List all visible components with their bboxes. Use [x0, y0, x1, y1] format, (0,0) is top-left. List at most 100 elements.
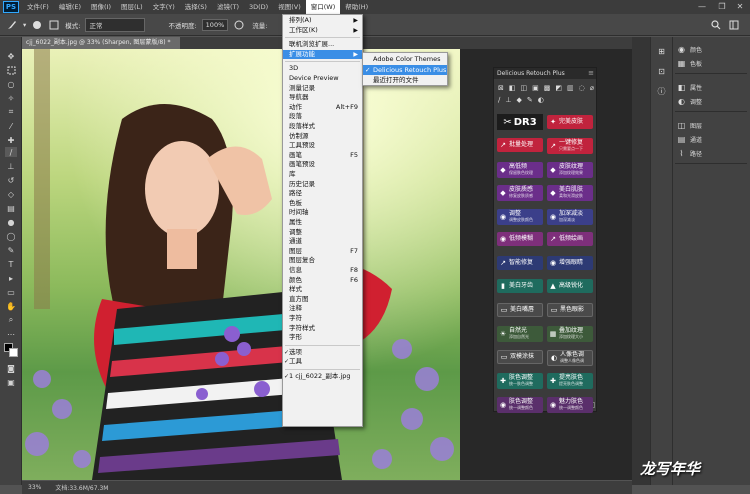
plugin-tool-icon[interactable]: ◌ — [579, 84, 585, 94]
quick-mask-icon[interactable]: ◙ — [5, 363, 17, 373]
window-menu-item[interactable]: 测量记录 — [283, 84, 362, 94]
retouch-action-button[interactable]: ◉ 肤色调整 统一调整颜色 — [497, 396, 543, 413]
window-menu-item[interactable]: 字符 — [283, 314, 362, 324]
menu-item[interactable]: 滤镜(T) — [212, 0, 244, 14]
menu-item[interactable]: 选择(S) — [180, 0, 212, 14]
document-tab[interactable]: cjj_6022_副本.jpg @ 33% (Sharpen, 图层蒙版/8) … — [22, 37, 180, 49]
window-menu-item[interactable]: 扩展功能 ▶ — [283, 49, 362, 60]
plugin-tool-icon[interactable]: ▣ — [532, 84, 539, 94]
plugin-tool-icon[interactable]: ◧ — [509, 84, 516, 94]
window-menu-item[interactable]: 字符样式 — [283, 324, 362, 334]
history-icon[interactable]: ⊞ — [657, 47, 666, 56]
path-select-icon[interactable]: ▸ — [5, 273, 17, 283]
retouch-action-button[interactable]: ◉ 调整 调整皮肤颜色 — [497, 208, 543, 225]
window-menu-item[interactable]: 通道 — [283, 237, 362, 247]
retouch-action-button[interactable]: ◉ 低频模糊 — [497, 232, 543, 246]
retouch-action-button[interactable]: ◉ 加深减淡 加深减淡 — [547, 208, 593, 225]
panel-menu-icon[interactable]: ≡ — [588, 69, 594, 77]
window-menu-item[interactable]: Device Preview — [283, 74, 362, 84]
screen-mode-icon[interactable]: ▣ — [5, 377, 17, 387]
properties-icon[interactable]: ⊡ — [657, 67, 666, 76]
retouch-action-button[interactable]: ◆ 高低频 保留肤色纹理 — [497, 161, 543, 178]
window-menu-item[interactable]: 导航器 — [283, 93, 362, 103]
plugin-tool-icon[interactable]: ∕ — [498, 96, 500, 106]
search-icon[interactable] — [710, 19, 722, 31]
retouch-action-button[interactable]: ↗ 批量处理 — [497, 138, 543, 152]
retouch-action-button[interactable]: ◐ 人像色调 调整人像色调 — [547, 349, 593, 366]
menu-item[interactable]: 文件(F) — [22, 0, 54, 14]
hand-icon[interactable]: ✋ — [5, 301, 17, 311]
plugin-tool-icon[interactable]: ◫ — [521, 84, 528, 94]
retouch-action-button[interactable]: ✦ 完美皮肤 — [547, 115, 593, 129]
menu-item[interactable]: 3D(D) — [244, 0, 273, 14]
pen-icon[interactable]: ✎ — [5, 245, 17, 255]
retouch-action-button[interactable]: ↗ 智能修复 — [497, 255, 543, 270]
mode-select[interactable]: 正常 — [85, 17, 146, 32]
plugin-tool-icon[interactable]: ▥ — [567, 84, 574, 94]
plugin-tool-icon[interactable]: ▩ — [544, 84, 551, 94]
panel-tab[interactable]: ▦ 色板 — [677, 57, 747, 69]
retouch-action-button[interactable]: ▮ 美白牙齿 — [497, 279, 543, 293]
stamp-icon[interactable]: ⊥ — [5, 161, 17, 171]
plugin-tool-icon[interactable]: ⊠ — [498, 84, 504, 94]
dodge-icon[interactable]: ◯ — [5, 231, 17, 241]
plugin-tool-icon[interactable]: ◩ — [555, 84, 562, 94]
retouch-action-button[interactable]: ✚ 肤色调整 统一肤色调整 — [497, 373, 543, 389]
plugin-tool-icon[interactable]: ⌀ — [590, 84, 594, 94]
retouch-action-button[interactable]: ◉ 增强眼睛 — [547, 255, 593, 270]
zoom-icon[interactable]: ⌕ — [5, 315, 17, 325]
plugin-tool-icon[interactable]: ✎ — [527, 96, 533, 106]
retouch-action-button[interactable]: ◆ 美白肌肤 柔和光滑皮肤 — [547, 185, 593, 201]
menu-item[interactable]: 文字(Y) — [148, 0, 180, 14]
extensions-menu-item[interactable]: 最近打开的文件 — [363, 75, 447, 85]
window-menu-item[interactable]: 属性 — [283, 218, 362, 228]
panel-tab[interactable]: ◉ 颜色 — [677, 43, 747, 55]
window-menu-item[interactable]: 段落 — [283, 112, 362, 122]
marquee-icon[interactable] — [5, 65, 17, 75]
plugin-tool-icon[interactable]: ⊥ — [505, 96, 511, 106]
window-menu-item[interactable]: 画笔 F5 — [283, 151, 362, 161]
plugin-tool-icon[interactable]: ◐ — [538, 96, 544, 106]
retouch-action-button[interactable]: ◆ 皮肤纹理 添加纹理效果 — [547, 161, 593, 178]
window-menu-item[interactable]: 工具预设 — [283, 141, 362, 151]
window-menu-item[interactable]: 库 — [283, 170, 362, 180]
window-menu-item[interactable]: 路径 — [283, 189, 362, 199]
retouch-action-button[interactable]: ↗ 低频绘画 — [547, 232, 593, 246]
window-menu-item[interactable]: ✓ 1 cjj_6022_副本.jpg — [283, 372, 362, 382]
menu-item[interactable]: 图像(I) — [86, 0, 116, 14]
brush-tool-icon[interactable]: ∕ — [5, 147, 17, 157]
panel-tab[interactable]: ▤ 通道 — [677, 133, 747, 145]
shape-icon[interactable]: ▭ — [5, 287, 17, 297]
close-button[interactable]: ✕ — [730, 0, 750, 14]
retouch-action-button[interactable]: ☀ 自然光 添加自然光 — [497, 326, 543, 342]
menu-item[interactable]: 视图(V) — [273, 0, 306, 14]
eyedropper-icon[interactable]: ⁄ — [5, 121, 17, 131]
retouch-action-button[interactable]: ▭ 双模涂抹 — [497, 349, 543, 364]
menu-item[interactable]: 窗口(W) — [305, 0, 341, 14]
window-menu-item[interactable]: 样式 — [283, 285, 362, 295]
brush-panel-icon[interactable] — [48, 19, 60, 31]
window-menu-item[interactable]: 调整 — [283, 228, 362, 238]
window-menu-item[interactable]: 画笔预设 — [283, 160, 362, 170]
text-icon[interactable]: T — [5, 259, 17, 269]
gradient-icon[interactable]: ▤ — [5, 203, 17, 213]
zoom-level[interactable]: 33% — [28, 484, 41, 491]
info-icon[interactable]: ⓘ — [657, 87, 666, 96]
extensions-menu-item[interactable]: Adobe Color Themes — [363, 54, 447, 64]
more-tools-icon[interactable]: ⋯ — [5, 329, 17, 339]
history-brush-icon[interactable]: ↺ — [5, 175, 17, 185]
minimize-button[interactable]: — — [692, 0, 712, 14]
window-menu-item[interactable]: 3D — [283, 64, 362, 74]
opacity-input[interactable]: 100% — [201, 18, 229, 31]
window-menu-item[interactable]: 图层复合 — [283, 256, 362, 266]
panel-tab[interactable]: ◧ 属性 — [677, 81, 747, 93]
window-menu-item[interactable]: 时间轴 — [283, 208, 362, 218]
panel-tab[interactable]: ◫ 图层 — [677, 119, 747, 131]
menu-item[interactable]: 帮助(H) — [340, 0, 373, 14]
extensions-menu-item[interactable]: ✓ Delicious Retouch Plus — [363, 64, 447, 75]
retouch-action-button[interactable]: ◆ 皮肤质感 修复皮肤质感 — [497, 185, 543, 201]
eraser-icon[interactable]: ◇ — [5, 189, 17, 199]
brush-icon[interactable] — [6, 19, 18, 31]
retouch-action-button[interactable]: ◉ 魅力肤色 统一调整颜色 — [547, 396, 593, 413]
retouch-action-button[interactable]: ▲ 高级锐化 — [547, 279, 593, 293]
